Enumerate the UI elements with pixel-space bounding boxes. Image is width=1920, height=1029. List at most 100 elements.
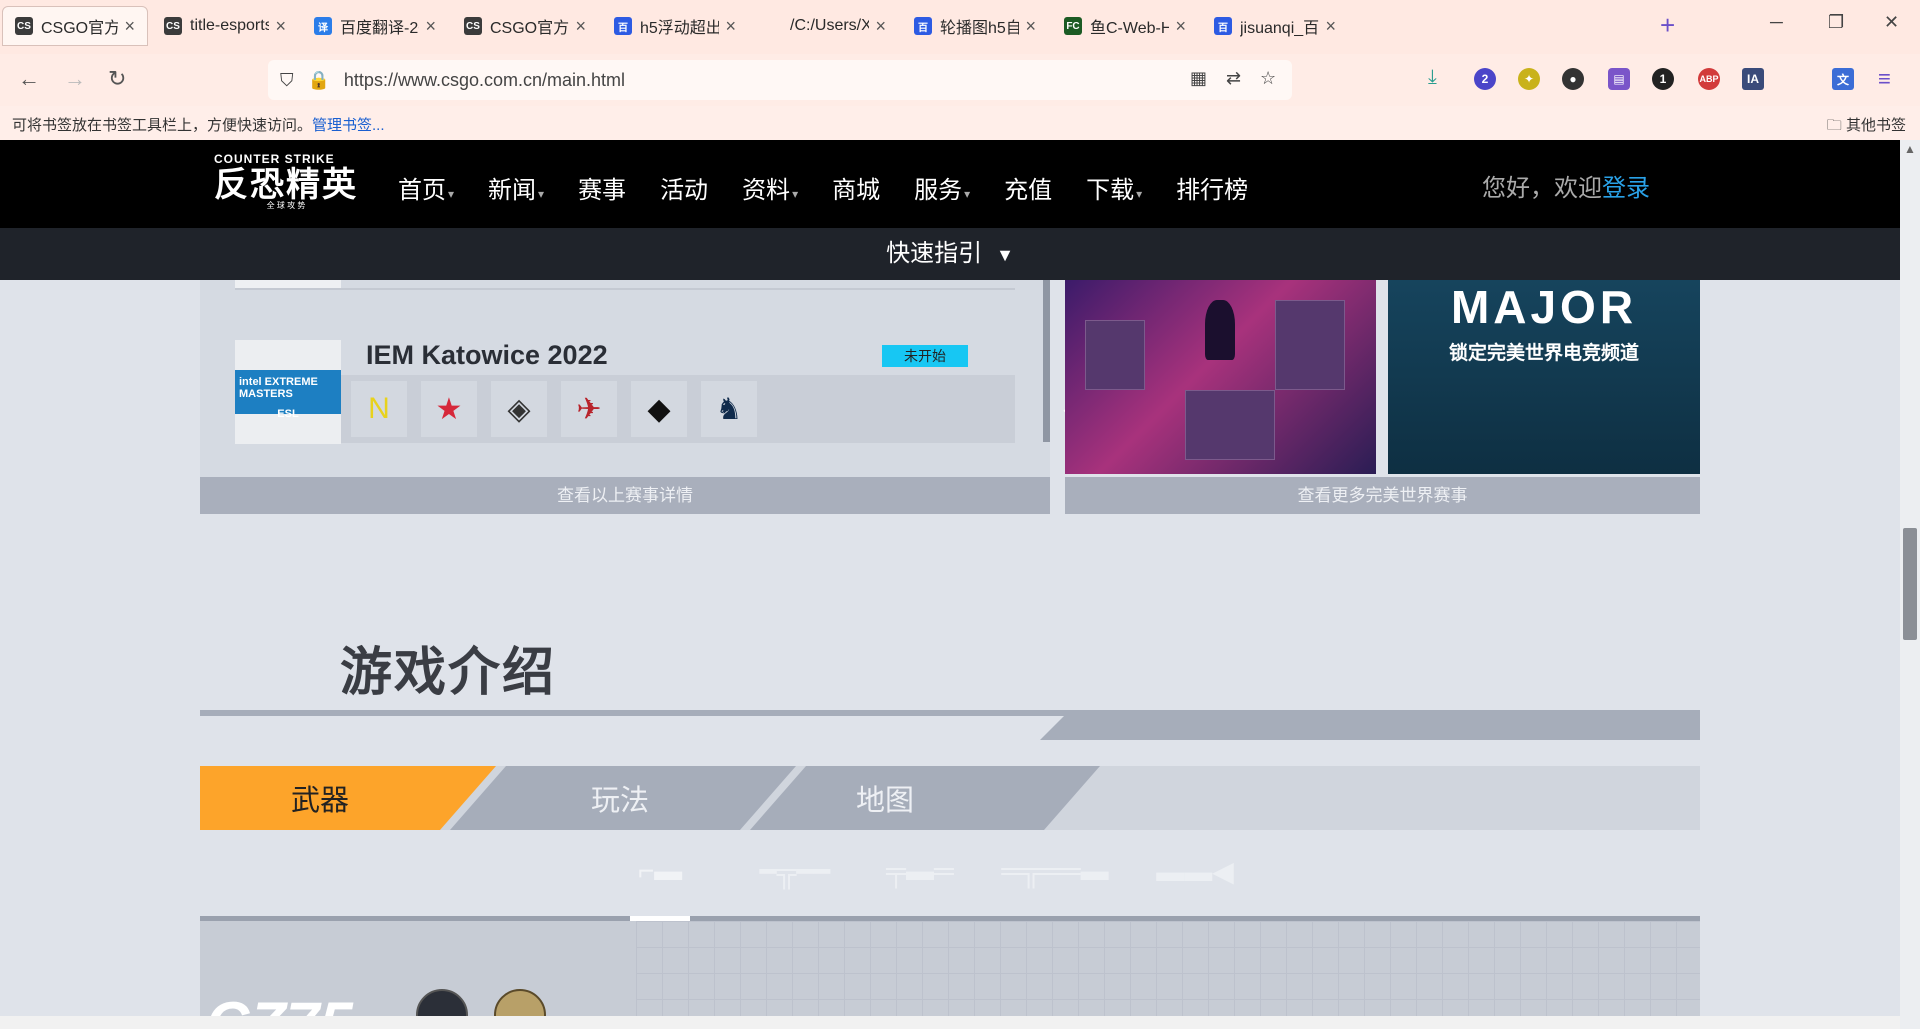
close-tab-icon[interactable]: × bbox=[124, 16, 135, 37]
view-more-events-button[interactable]: 查看更多完美世界赛事 bbox=[1065, 477, 1700, 514]
browser-tab[interactable]: 百h5浮动超出显示× bbox=[602, 6, 748, 46]
extension-notify-icon[interactable]: 1 bbox=[1652, 68, 1674, 90]
bookmark-star-icon[interactable]: ☆ bbox=[1260, 68, 1276, 89]
extension-dots-icon[interactable]: ● bbox=[1562, 68, 1584, 90]
close-tab-icon[interactable]: × bbox=[725, 16, 736, 37]
cs-icon: CS bbox=[464, 17, 482, 35]
event-logo: intel EXTREME MASTERS ESL bbox=[235, 340, 341, 444]
close-tab-icon[interactable]: × bbox=[1175, 16, 1186, 37]
rifle-icon[interactable]: ━╦━━ bbox=[740, 850, 850, 892]
close-tab-icon[interactable]: × bbox=[425, 16, 436, 37]
nav-item[interactable]: 活动 bbox=[660, 170, 708, 205]
caret-down-icon: ▾ bbox=[448, 187, 455, 201]
grid-background bbox=[636, 921, 1700, 1029]
event-title[interactable]: IEM Katowice 2022 bbox=[366, 340, 608, 371]
translate-extension-icon[interactable]: 文 bbox=[1832, 68, 1854, 90]
browser-tab[interactable]: 译百度翻译-200种× bbox=[302, 6, 448, 46]
status-bar bbox=[0, 1016, 1900, 1029]
close-tab-icon[interactable]: × bbox=[575, 16, 586, 37]
liquid-logo[interactable]: ♞ bbox=[701, 381, 757, 437]
caret-down-icon: ▾ bbox=[792, 187, 799, 201]
restore-button[interactable]: ❐ bbox=[1828, 12, 1844, 33]
back-icon[interactable]: ← bbox=[18, 66, 40, 92]
address-bar[interactable]: ⛉ 🔒 https://www.csgo.com.cn/main.html ▦ … bbox=[268, 60, 1292, 100]
page-scrollbar[interactable]: ▲ bbox=[1900, 140, 1920, 1029]
baidu-icon: 百 bbox=[914, 17, 932, 35]
intro-tab[interactable]: 地图 bbox=[750, 766, 1020, 830]
heroic-logo[interactable]: ✈ bbox=[561, 381, 617, 437]
promo-major-banner[interactable]: MAJOR 锁定完美世界电竞频道 bbox=[1388, 280, 1700, 474]
browser-nav-bar: ← → ↻ ⛉ 🔒 https://www.csgo.com.cn/main.h… bbox=[0, 54, 1920, 106]
browser-tab[interactable]: /C:/Users/XX173/D× bbox=[752, 6, 898, 46]
quick-guide-bar[interactable]: 快速指引 ▼ bbox=[0, 228, 1900, 280]
url-text[interactable]: https://www.csgo.com.cn/main.html bbox=[344, 70, 625, 91]
extension-window-icon[interactable]: ▤ bbox=[1608, 68, 1630, 90]
scroll-up-icon[interactable]: ▲ bbox=[1904, 142, 1916, 156]
nav-item[interactable]: 资料 ▾ bbox=[742, 170, 798, 205]
site-logo[interactable]: COUNTER STRIKE 反恐精英 全 球 攻 势 bbox=[214, 152, 358, 211]
pistol-icon[interactable]: ⌐▬ bbox=[630, 850, 690, 892]
intro-tab[interactable]: 玩法 bbox=[500, 766, 740, 830]
manage-bookmarks-link[interactable]: 管理书签... bbox=[312, 117, 385, 134]
nav-item[interactable]: 服务 ▾ bbox=[914, 170, 970, 205]
nav-item[interactable]: 充值 bbox=[1004, 170, 1052, 205]
browser-tab[interactable]: CSCSGO官方网站 -× bbox=[2, 6, 148, 46]
furia-logo[interactable]: ◆ bbox=[631, 381, 687, 437]
other-bookmarks-folder[interactable]: 🗀 其他书签 bbox=[1827, 114, 1906, 140]
weapon-detail: CZ75 bbox=[200, 921, 1700, 1029]
extension-badge-icon[interactable]: 2 bbox=[1474, 68, 1496, 90]
browser-tab[interactable]: FC鱼C-Web-HTML× bbox=[1052, 6, 1198, 46]
login-link[interactable]: 登录 bbox=[1602, 175, 1650, 202]
status-badge: 未开始 bbox=[882, 345, 968, 367]
promo-image-city[interactable] bbox=[1065, 280, 1376, 474]
cs-icon: CS bbox=[164, 17, 182, 35]
translate-icon: 译 bbox=[314, 17, 332, 35]
intro-tab[interactable]: 武器 bbox=[200, 766, 440, 830]
cs-icon: CS bbox=[15, 17, 33, 35]
close-tab-icon[interactable]: × bbox=[1325, 16, 1336, 37]
g2-logo[interactable]: ◈ bbox=[491, 381, 547, 437]
close-tab-icon[interactable]: × bbox=[275, 16, 286, 37]
extension-ia-icon[interactable]: IA bbox=[1742, 68, 1764, 90]
reload-icon[interactable]: ↻ bbox=[108, 66, 126, 92]
fishc-icon: FC bbox=[1064, 17, 1082, 35]
lock-icon[interactable]: 🔒 bbox=[308, 70, 330, 91]
browser-tab-bar: CSCSGO官方网站 -×CStitle-esports_bc×译百度翻译-20… bbox=[0, 0, 1920, 54]
translate-page-icon[interactable]: ⇄ bbox=[1226, 68, 1241, 89]
nav-item[interactable]: 商城 bbox=[832, 170, 880, 205]
navi-logo[interactable]: N bbox=[351, 381, 407, 437]
shield-icon[interactable]: ⛉ bbox=[280, 70, 294, 91]
row-divider bbox=[235, 288, 1015, 290]
download-icon[interactable]: ⤓ bbox=[1428, 66, 1437, 89]
minimize-button[interactable]: ─ bbox=[1770, 12, 1783, 33]
qr-code-icon[interactable]: ▦ bbox=[1190, 68, 1207, 89]
browser-tab[interactable]: CStitle-esports_bc× bbox=[152, 6, 298, 46]
menu-icon[interactable]: ≡ bbox=[1878, 66, 1891, 92]
nav-item[interactable]: 下载 ▾ bbox=[1086, 170, 1142, 205]
bookmark-hint: 可将书签放在书签工具栏上，方便快速访问。管理书签... bbox=[12, 117, 385, 134]
caret-down-icon: ▾ bbox=[1136, 187, 1143, 201]
nav-item[interactable]: 新闻 ▾ bbox=[488, 170, 544, 205]
heavy-icon[interactable]: ═╦══▬ bbox=[1000, 850, 1110, 892]
nav-item[interactable]: 首页 ▾ bbox=[398, 170, 454, 205]
nav-item[interactable]: 赛事 bbox=[578, 170, 626, 205]
gambit-logo[interactable]: ★ bbox=[421, 381, 477, 437]
caret-down-icon: ▼ bbox=[996, 245, 1014, 265]
match-list-scrollbar[interactable] bbox=[1043, 280, 1050, 442]
browser-tab[interactable]: CSCSGO官方网站 -× bbox=[452, 6, 598, 46]
adblock-icon[interactable]: ABP bbox=[1698, 68, 1720, 90]
close-tab-icon[interactable]: × bbox=[875, 16, 886, 37]
nav-item[interactable]: 排行榜 bbox=[1176, 170, 1248, 205]
extension-coin-icon[interactable]: ✦ bbox=[1518, 68, 1540, 90]
close-window-button[interactable]: ✕ bbox=[1884, 12, 1899, 33]
new-tab-button[interactable]: + bbox=[1660, 10, 1675, 41]
knife-icon[interactable]: ▬▬◀ bbox=[1145, 850, 1245, 892]
scrollbar-thumb[interactable] bbox=[1903, 528, 1917, 640]
forward-icon[interactable]: → bbox=[64, 66, 86, 92]
browser-tab[interactable]: 百jisuanqi_百度搜× bbox=[1202, 6, 1348, 46]
view-match-details-button[interactable]: 查看以上赛事详情 bbox=[200, 477, 1050, 514]
close-tab-icon[interactable]: × bbox=[1025, 16, 1036, 37]
smg-icon[interactable]: ╤▬═ bbox=[880, 850, 960, 892]
file-icon bbox=[764, 17, 782, 35]
browser-tab[interactable]: 百轮播图h5自动切× bbox=[902, 6, 1048, 46]
